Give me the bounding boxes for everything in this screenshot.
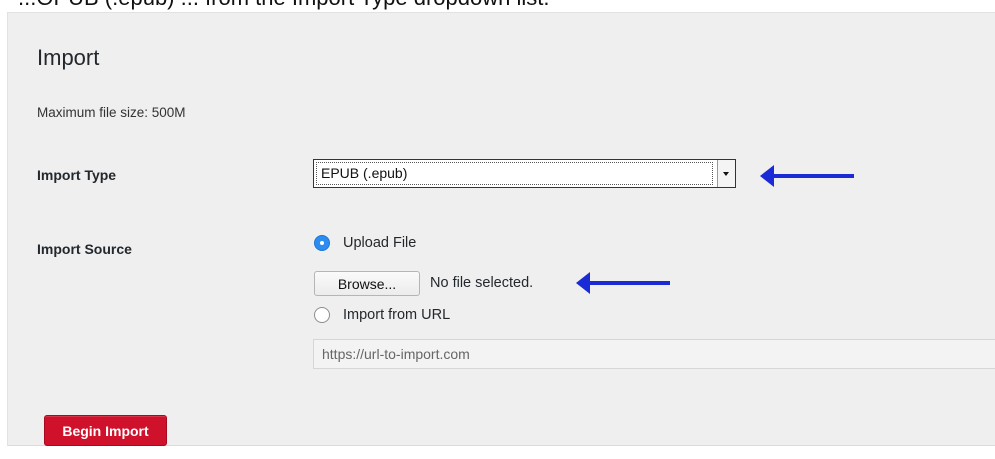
radio-upload-file[interactable]: Upload File <box>314 235 416 251</box>
import-type-label: Import Type <box>37 167 117 183</box>
cropped-header-line: ...OPUB (.epub) ... from the Import Type… <box>18 0 549 11</box>
annotation-arrow-left-icon <box>760 165 854 187</box>
radio-upload-file-label: Upload File <box>343 235 417 251</box>
import-type-select[interactable]: EPUB (.epub) <box>313 159 736 188</box>
import-panel: Import Maximum file size: 500M Import Ty… <box>7 12 995 446</box>
import-url-input[interactable] <box>313 339 995 369</box>
radio-import-from-url-label: Import from URL <box>343 307 451 323</box>
radio-unchecked-icon[interactable] <box>314 307 330 323</box>
begin-import-button[interactable]: Begin Import <box>44 415 167 446</box>
import-type-selected-value: EPUB (.epub) <box>316 162 713 185</box>
browse-button[interactable]: Browse... <box>314 271 420 296</box>
radio-checked-icon[interactable] <box>314 235 330 251</box>
import-source-label: Import Source <box>37 241 132 257</box>
file-status-text: No file selected. <box>430 275 534 291</box>
chevron-down-icon[interactable] <box>717 160 735 187</box>
max-file-size-text: Maximum file size: 500M <box>37 105 186 120</box>
annotation-arrow-left-icon <box>576 272 670 294</box>
radio-import-from-url[interactable]: Import from URL <box>314 307 450 323</box>
cropped-header-text: ...OPUB (.epub) ... from the Import Type… <box>0 0 995 12</box>
page-title: Import <box>37 45 100 70</box>
